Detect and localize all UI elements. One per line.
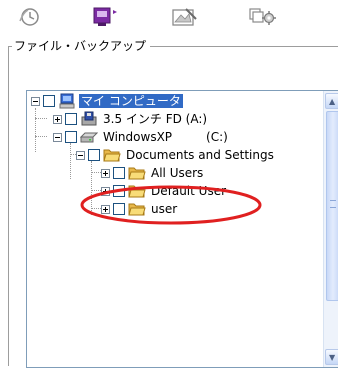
chevron-down-icon: ▼ xyxy=(329,353,336,362)
highlight-ellipse xyxy=(80,185,262,225)
scroll-down-button[interactable]: ▼ xyxy=(325,349,338,365)
chevron-up-icon: ▲ xyxy=(329,97,336,106)
clock-icon[interactable] xyxy=(16,6,46,28)
vertical-scrollbar[interactable]: ▲ ▼ xyxy=(323,91,338,367)
group-border-left xyxy=(8,46,9,366)
scroll-up-button[interactable]: ▲ xyxy=(325,93,338,109)
grip-icon xyxy=(330,200,336,208)
group-label: ファイル・バックアップ xyxy=(12,38,151,54)
scroll-thumb[interactable] xyxy=(326,111,338,301)
toolbar xyxy=(0,0,338,34)
settings-icon[interactable] xyxy=(248,6,278,28)
screen-icon[interactable] xyxy=(92,6,122,28)
folder-tree[interactable]: マイ コンピュータ 3.5 インチ FD (A:) WindowsXP (C:) xyxy=(26,90,338,368)
edit-image-icon[interactable] xyxy=(170,6,200,28)
